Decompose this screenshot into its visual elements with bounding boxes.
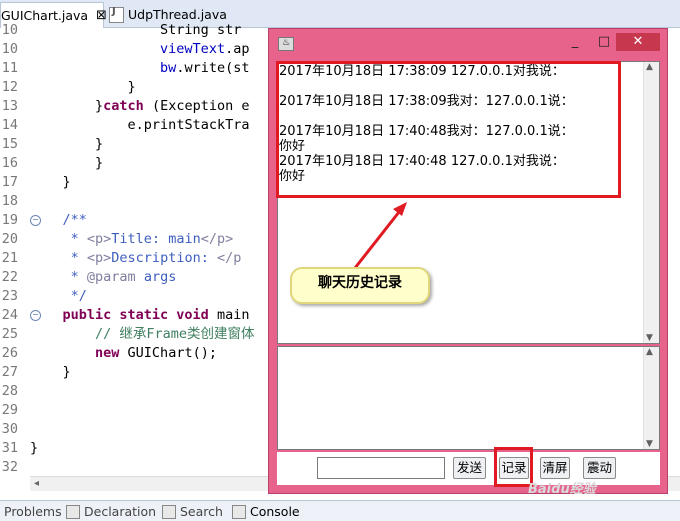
annotation-arrow	[353, 202, 407, 269]
history-callout: 聊天历史记录	[290, 267, 430, 304]
watermark: Baidu经验	[528, 482, 596, 497]
